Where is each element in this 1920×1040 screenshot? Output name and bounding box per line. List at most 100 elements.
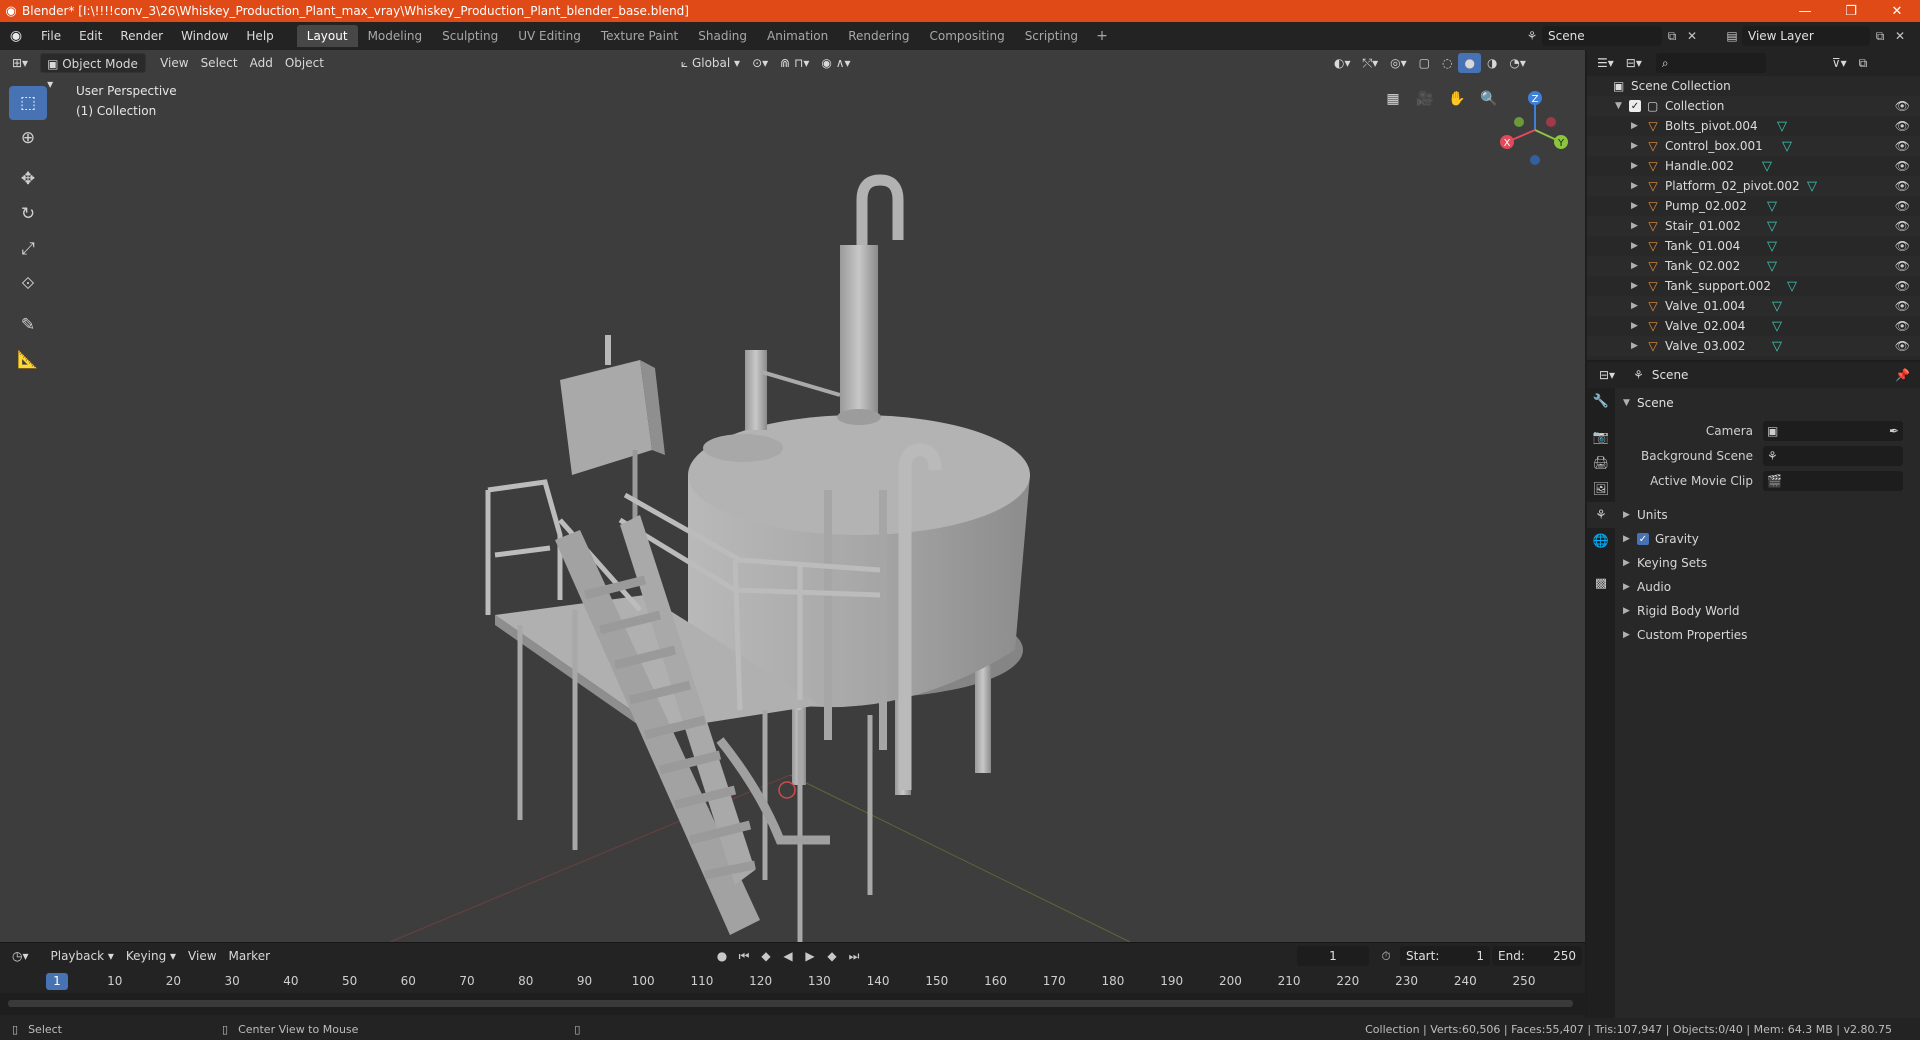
- mode-selector[interactable]: ▣ Object Mode ▾: [40, 53, 147, 91]
- mesh-data-icon[interactable]: ▽: [1767, 199, 1777, 214]
- mesh-data-icon[interactable]: ▽: [1762, 159, 1772, 174]
- world-tab-icon[interactable]: 🌐: [1587, 528, 1615, 554]
- menu-file[interactable]: File: [32, 25, 70, 47]
- eye-icon[interactable]: 👁: [1895, 139, 1910, 153]
- 3d-viewport[interactable]: ⊞▾ ▣ Object Mode ▾ View Select Add Objec…: [0, 50, 1585, 942]
- tab-rendering[interactable]: Rendering: [838, 25, 919, 47]
- tab-sculpting[interactable]: Sculpting: [432, 25, 508, 47]
- timeline-track[interactable]: [0, 993, 1585, 1015]
- outliner-item[interactable]: ▶ ▽ Tank_02.002 ▽ 👁: [1587, 256, 1920, 276]
- tab-shading[interactable]: Shading: [688, 25, 757, 47]
- scale-icon[interactable]: ⤢: [9, 232, 47, 266]
- start-frame-field[interactable]: Start: 1: [1400, 946, 1490, 966]
- current-frame-marker[interactable]: 1: [46, 973, 68, 990]
- keying-sets-panel[interactable]: ▶ Keying Sets: [1615, 551, 1920, 575]
- custom-properties-panel[interactable]: ▶ Custom Properties: [1615, 623, 1920, 647]
- menu-object[interactable]: Object: [279, 53, 330, 73]
- timeline-editor-type-icon[interactable]: ◷▾: [6, 946, 35, 966]
- transform-icon[interactable]: ⟐: [9, 267, 47, 301]
- background-scene-field[interactable]: ⚘: [1763, 445, 1903, 466]
- eye-icon[interactable]: 👁: [1895, 179, 1910, 193]
- mesh-data-icon[interactable]: ▽: [1807, 179, 1817, 194]
- scene-collection-row[interactable]: ▣ Scene Collection: [1587, 76, 1920, 96]
- transform-orientation-selector[interactable]: ⟀ Global ▾: [675, 53, 746, 73]
- expand-arrow-icon[interactable]: ▶: [1631, 261, 1645, 271]
- outliner-item[interactable]: ▶ ▽ Bolts_pivot.004 ▽ 👁: [1587, 116, 1920, 136]
- mesh-data-icon[interactable]: ▽: [1767, 239, 1777, 254]
- visibility-icon[interactable]: ◐▾: [1328, 53, 1357, 73]
- jump-end-icon[interactable]: ⏭: [844, 946, 864, 966]
- camera-field[interactable]: ▣ ✒: [1763, 420, 1903, 441]
- tab-compositing[interactable]: Compositing: [919, 25, 1014, 47]
- eye-icon[interactable]: 👁: [1895, 119, 1910, 133]
- menu-edit[interactable]: Edit: [70, 25, 111, 47]
- jump-start-icon[interactable]: ⏮: [734, 946, 754, 966]
- eyedropper-icon[interactable]: ✒: [1889, 424, 1899, 438]
- xray-icon[interactable]: ▢: [1413, 53, 1436, 73]
- outliner-item[interactable]: ▶ ▽ Valve_01.004 ▽ 👁: [1587, 296, 1920, 316]
- mesh-data-icon[interactable]: ▽: [1767, 259, 1777, 274]
- play-reverse-icon[interactable]: ◀: [778, 946, 798, 966]
- scene-tab-icon[interactable]: ⚘: [1587, 502, 1615, 528]
- expand-arrow-icon[interactable]: ▶: [1631, 321, 1645, 331]
- rigid-body-world-panel[interactable]: ▶ Rigid Body World: [1615, 599, 1920, 623]
- expand-arrow-icon[interactable]: ▶: [1631, 161, 1645, 171]
- eye-icon[interactable]: 👁: [1895, 319, 1910, 333]
- outliner-item[interactable]: ▶ ▽ Platform_02_pivot.002 ▽ 👁: [1587, 176, 1920, 196]
- collection-checkbox[interactable]: ✓: [1629, 100, 1641, 112]
- menu-window[interactable]: Window: [172, 25, 237, 47]
- wireframe-shading-icon[interactable]: ◌: [1436, 53, 1458, 73]
- timeline-ruler[interactable]: 1 10 20 30 40 50 60 70 80 90 100 110 120 130 140 150 16…: [0, 971, 1585, 993]
- timeline-editor[interactable]: ◷▾ Playback ▾ Keying ▾ View Marker ● ⏮ ◆…: [0, 942, 1585, 1018]
- grid-view-icon[interactable]: ▦: [1380, 86, 1406, 112]
- menu-help[interactable]: Help: [237, 25, 282, 47]
- expand-arrow-icon[interactable]: ▶: [1631, 141, 1645, 151]
- eye-icon[interactable]: 👁: [1895, 159, 1910, 173]
- minimize-icon[interactable]: —: [1782, 0, 1828, 22]
- eye-icon[interactable]: 👁: [1895, 219, 1910, 233]
- expand-arrow-icon[interactable]: ▶: [1631, 341, 1645, 351]
- snap-icon[interactable]: ⋒ ⊓▾: [774, 53, 815, 73]
- units-panel[interactable]: ▶ Units: [1615, 503, 1920, 527]
- tab-uv-editing[interactable]: UV Editing: [508, 25, 591, 47]
- measure-icon[interactable]: 📐: [9, 343, 47, 377]
- filter-icon[interactable]: ⊽▾: [1826, 53, 1853, 73]
- menu-playback[interactable]: Playback ▾: [45, 946, 120, 966]
- active-movie-clip-field[interactable]: 🎬: [1763, 470, 1903, 491]
- view-layer-tab-icon[interactable]: 🖼: [1587, 476, 1615, 502]
- gravity-panel[interactable]: ▶ ✓ Gravity: [1615, 527, 1920, 551]
- mesh-data-icon[interactable]: ▽: [1772, 339, 1782, 354]
- outliner[interactable]: ☰▾ ⊟▾ ⌕ ⊽▾ ⧉ ▣ Scene Collection ▼ ✓ ▢ Co…: [1587, 50, 1920, 360]
- view-layer-selector[interactable]: ▤ View Layer ⧉ ✕: [1722, 25, 1917, 47]
- tool-tab-icon[interactable]: 🔧: [1587, 388, 1615, 414]
- rendered-shading-icon[interactable]: ◔▾: [1503, 53, 1532, 73]
- current-frame-field[interactable]: 1: [1297, 946, 1369, 966]
- outliner-item[interactable]: ▶ ▽ Valve_02.004 ▽ 👁: [1587, 316, 1920, 336]
- menu-view[interactable]: View: [154, 53, 194, 73]
- mesh-data-icon[interactable]: ▽: [1772, 319, 1782, 334]
- scene-name-field[interactable]: Scene: [1542, 26, 1662, 46]
- eye-icon[interactable]: 👁: [1895, 239, 1910, 253]
- timeline-scrollbar[interactable]: [8, 1000, 1573, 1007]
- scene-panel-header[interactable]: ▼ Scene: [1615, 392, 1920, 414]
- properties-editor[interactable]: ⊟▾ ⚘ Scene 📌 🔧 📷 🖨 🖼 ⚘ 🌐 ▩ ▼ Scene Camer…: [1587, 362, 1920, 1018]
- eye-icon[interactable]: 👁: [1895, 259, 1910, 273]
- mesh-data-icon[interactable]: ▽: [1772, 299, 1782, 314]
- texture-tab-icon[interactable]: ▩: [1587, 570, 1615, 596]
- mesh-data-icon[interactable]: ▽: [1787, 279, 1797, 294]
- tab-animation[interactable]: Animation: [757, 25, 838, 47]
- play-icon[interactable]: ▶: [800, 946, 820, 966]
- eye-icon[interactable]: 👁: [1895, 279, 1910, 293]
- expand-arrow-icon[interactable]: ▶: [1631, 301, 1645, 311]
- outliner-item[interactable]: ▶ ▽ Control_box.001 ▽ 👁: [1587, 136, 1920, 156]
- eye-icon[interactable]: 👁: [1895, 339, 1910, 353]
- move-icon[interactable]: ✥: [9, 162, 47, 196]
- expand-arrow-icon[interactable]: ▶: [1631, 281, 1645, 291]
- add-workspace-button[interactable]: +: [1088, 25, 1116, 47]
- new-view-layer-icon[interactable]: ⧉: [1870, 26, 1890, 46]
- tab-scripting[interactable]: Scripting: [1015, 25, 1088, 47]
- mesh-data-icon[interactable]: ▽: [1782, 139, 1792, 154]
- outliner-item[interactable]: ▶ ▽ Tank_01.004 ▽ 👁: [1587, 236, 1920, 256]
- outliner-item[interactable]: ▶ ▽ Tank_support.002 ▽ 👁: [1587, 276, 1920, 296]
- pivot-point-icon[interactable]: ⊙▾: [746, 53, 774, 73]
